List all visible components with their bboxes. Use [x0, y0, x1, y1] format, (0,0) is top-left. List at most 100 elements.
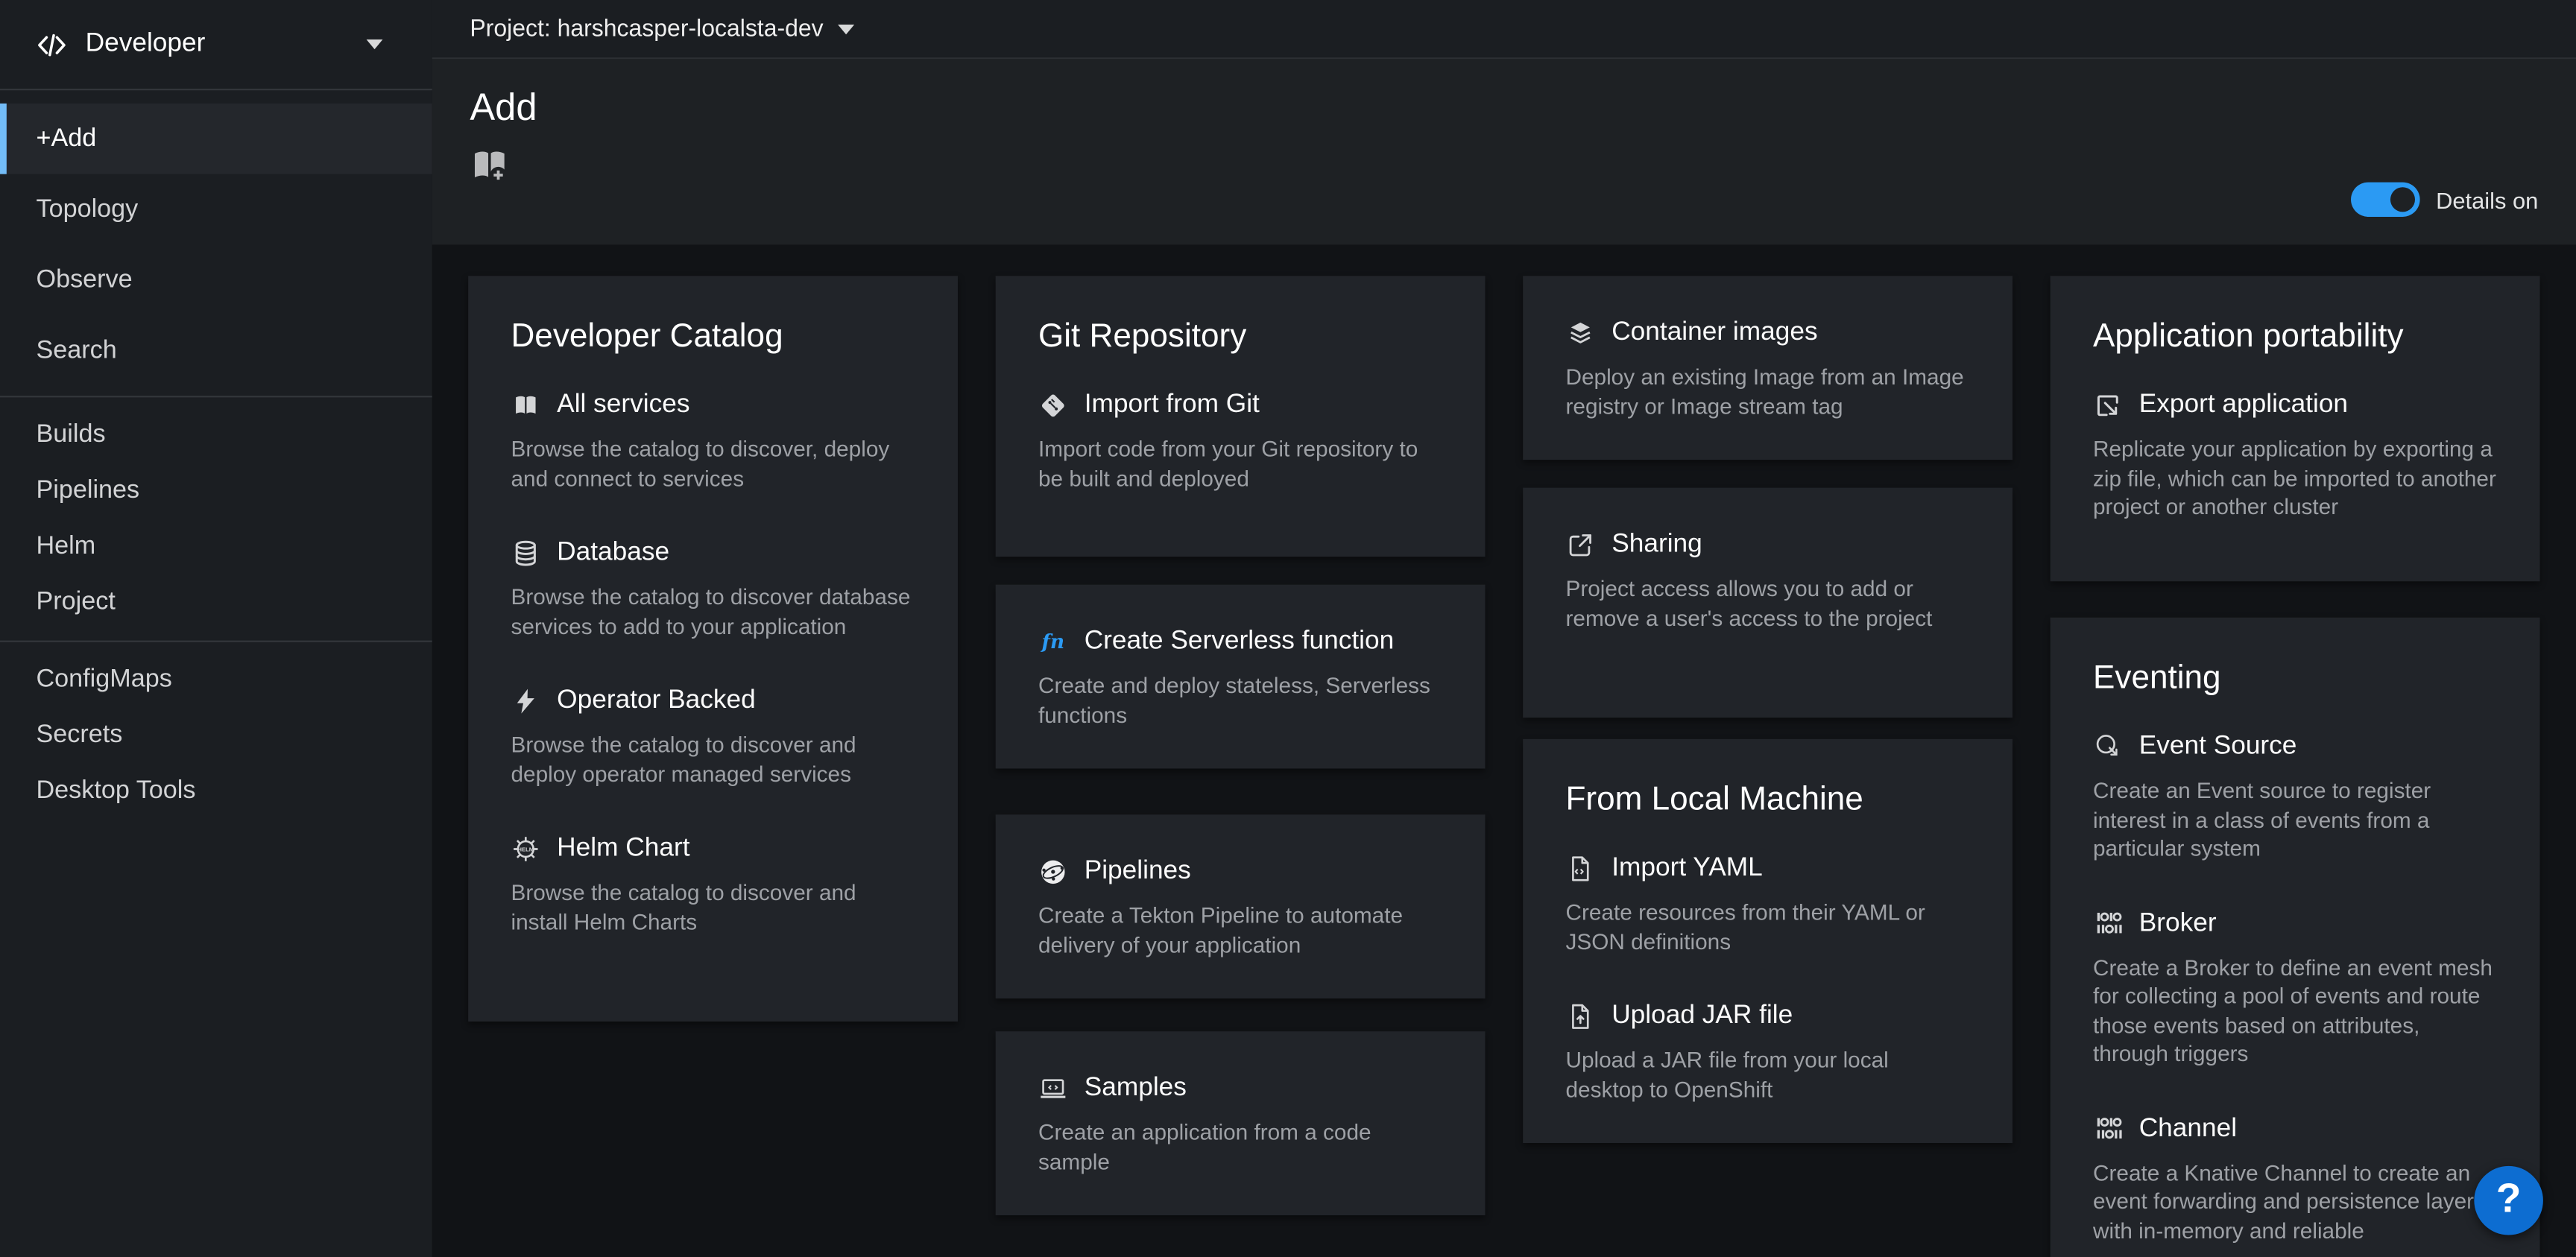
- add-action-create-serverless-function[interactable]: fnCreate Serverless functionCreate and d…: [1038, 624, 1442, 729]
- card-application-portability[interactable]: Application portabilityExport applicatio…: [2051, 276, 2540, 581]
- add-action-label[interactable]: Helm Chart: [557, 831, 689, 865]
- sidebar-item-search[interactable]: Search: [0, 315, 432, 386]
- card-column: Application portabilityExport applicatio…: [2051, 276, 2540, 1257]
- perspective-label: Developer: [86, 30, 349, 60]
- add-action-label[interactable]: Export application: [2139, 387, 2348, 422]
- card-column: Git RepositoryImport from GitImport code…: [996, 276, 1486, 1257]
- add-action-broker[interactable]: BrokerCreate a Broker to define an event…: [2093, 906, 2497, 1068]
- sidebar-item-helm[interactable]: Helm: [0, 519, 432, 574]
- add-action-description: Create a Tekton Pipeline to automate del…: [1038, 902, 1442, 959]
- add-action-header[interactable]: Broker: [2093, 906, 2497, 940]
- card-samples[interactable]: SamplesCreate an application from a code…: [996, 1031, 1486, 1215]
- add-action-container-images[interactable]: Container imagesDeploy an existing Image…: [1565, 315, 1969, 420]
- add-action-helm-chart[interactable]: HELMHelm Chart Browse the catalog to disc…: [511, 831, 915, 936]
- add-action-description: Import code from your Git repository to …: [1038, 435, 1442, 493]
- help-button[interactable]: ?: [2474, 1165, 2543, 1235]
- add-action-header[interactable]: HELMHelm Chart: [511, 831, 915, 865]
- card-from-local-machine[interactable]: From Local MachineImport YAMLCreate reso…: [1523, 739, 2012, 1143]
- add-action-description: Browse the catalog to discover and deplo…: [511, 731, 915, 788]
- add-action-label[interactable]: Import YAML: [1611, 851, 1763, 885]
- nav-group: ConfigMapsSecretsDesktop Tools: [0, 652, 432, 820]
- sidebar-item-builds[interactable]: Builds: [0, 408, 432, 463]
- svg-text:fn: fn: [1041, 630, 1065, 653]
- add-action-label[interactable]: Upload JAR file: [1611, 998, 1793, 1033]
- add-action-label[interactable]: Event Source: [2139, 729, 2297, 764]
- open-book-icon: [511, 390, 540, 419]
- card-git-repository[interactable]: Git RepositoryImport from GitImport code…: [996, 276, 1486, 557]
- card-container-images[interactable]: Container imagesDeploy an existing Image…: [1523, 276, 2012, 460]
- sidebar-item-topology[interactable]: Topology: [0, 174, 432, 245]
- add-action-import-from-git[interactable]: Import from Git Import code from your Git…: [1038, 387, 1442, 493]
- add-action-label[interactable]: Operator Backed: [557, 683, 756, 718]
- add-action-header[interactable]: Container images: [1565, 315, 1969, 349]
- add-action-label[interactable]: Database: [557, 536, 669, 570]
- add-action-label[interactable]: Channel: [2139, 1111, 2237, 1145]
- page-header: Add Details on: [432, 59, 2576, 244]
- add-action-database[interactable]: Database Browse the catalog to discover d…: [511, 536, 915, 641]
- layers-icon: [1565, 317, 1595, 347]
- add-action-description: Create an Event source to register inter…: [2093, 777, 2497, 864]
- card-developer-catalog[interactable]: Developer CatalogAll servicesBrowse the …: [468, 276, 958, 1022]
- perspective-switcher[interactable]: Developer: [0, 0, 432, 90]
- card-sharing[interactable]: Sharing Project access allows you to add …: [1523, 488, 2012, 718]
- add-action-label[interactable]: Import from Git: [1085, 387, 1260, 422]
- tekton-icon: [1038, 856, 1068, 886]
- add-action-label[interactable]: Container images: [1611, 315, 1817, 349]
- code-icon: [36, 29, 67, 60]
- export-icon: [2093, 390, 2123, 419]
- sidebar-item-configmaps[interactable]: ConfigMaps: [0, 652, 432, 708]
- samples-icon: [1038, 1073, 1068, 1103]
- book-plus-icon: [470, 146, 509, 186]
- card-pipelines[interactable]: Pipelines Create a Tekton Pipeline to aut…: [996, 814, 1486, 998]
- sidebar-item-desktop-tools[interactable]: Desktop Tools: [0, 764, 432, 820]
- add-action-description: Replicate your application by exporting …: [2093, 435, 2497, 522]
- chevron-down-icon: [367, 39, 383, 49]
- add-action-label[interactable]: Pipelines: [1085, 854, 1191, 888]
- add-action-header[interactable]: Channel: [2093, 1111, 2497, 1145]
- add-action-header[interactable]: Pipelines: [1038, 854, 1442, 888]
- add-action-all-services[interactable]: All servicesBrowse the catalog to discov…: [511, 387, 915, 493]
- add-action-header[interactable]: Samples: [1038, 1071, 1442, 1105]
- add-action-label[interactable]: Sharing: [1611, 528, 1702, 562]
- add-action-header[interactable]: Import from Git: [1038, 387, 1442, 422]
- card-eventing[interactable]: EventingEvent SourceCreate an Event sour…: [2051, 618, 2540, 1257]
- add-action-pipelines[interactable]: Pipelines Create a Tekton Pipeline to aut…: [1038, 854, 1442, 959]
- add-action-event-source[interactable]: Event Source Create an Event source to re…: [2093, 729, 2497, 864]
- card-column: Developer CatalogAll servicesBrowse the …: [468, 276, 958, 1257]
- add-action-description: Project access allows you to add or remo…: [1565, 574, 1969, 632]
- add-action-upload-jar-file[interactable]: Upload JAR fileUpload a JAR file from yo…: [1565, 998, 1969, 1104]
- add-action-import-yaml[interactable]: Import YAMLCreate resources from their Y…: [1565, 851, 1969, 956]
- add-action-export-application[interactable]: Export application Replicate your applica…: [2093, 387, 2497, 522]
- add-action-samples[interactable]: SamplesCreate an application from a code…: [1038, 1071, 1442, 1176]
- add-action-label[interactable]: Samples: [1085, 1071, 1187, 1105]
- card-create-serverless-function[interactable]: fnCreate Serverless functionCreate and d…: [996, 585, 1486, 769]
- project-dropdown[interactable]: Project: harshcasper-localsta-dev: [432, 0, 2576, 59]
- add-action-header[interactable]: Operator Backed: [511, 683, 915, 718]
- add-action-header[interactable]: Database: [511, 536, 915, 570]
- add-action-label[interactable]: All services: [557, 387, 689, 422]
- sidebar-item-secrets[interactable]: Secrets: [0, 708, 432, 764]
- add-action-header[interactable]: Upload JAR file: [1565, 998, 1969, 1033]
- add-action-description: Browse the catalog to discover database …: [511, 583, 915, 640]
- add-action-label[interactable]: Create Serverless function: [1085, 624, 1395, 659]
- add-action-header[interactable]: All services: [511, 387, 915, 422]
- add-action-operator-backed[interactable]: Operator Backed Browse the catalog to dis…: [511, 683, 915, 788]
- app-window: Developer +AddTopologyObserveSearch Build…: [0, 0, 2576, 1257]
- add-action-header[interactable]: Import YAML: [1565, 851, 1969, 885]
- sidebar-item-add[interactable]: +Add: [0, 104, 432, 174]
- add-action-label[interactable]: Broker: [2139, 906, 2217, 940]
- add-action-header[interactable]: Export application: [2093, 387, 2497, 422]
- details-toggle[interactable]: [2350, 183, 2419, 217]
- binary-icon: [2093, 908, 2123, 938]
- add-action-description: Browse the catalog to discover and insta…: [511, 878, 915, 936]
- sidebar-item-observe[interactable]: Observe: [0, 244, 432, 315]
- add-action-channel[interactable]: ChannelCreate a Knative Channel to creat…: [2093, 1111, 2497, 1245]
- sidebar-item-pipelines[interactable]: Pipelines: [0, 463, 432, 519]
- add-action-header[interactable]: fn Create Serverless function: [1038, 624, 1442, 659]
- sidebar: Developer +AddTopologyObserveSearch Build…: [0, 0, 432, 1257]
- question-icon: ?: [2496, 1176, 2522, 1223]
- add-action-sharing[interactable]: Sharing Project access allows you to add …: [1565, 528, 1969, 633]
- add-action-header[interactable]: Event Source: [2093, 729, 2497, 764]
- add-action-header[interactable]: Sharing: [1565, 528, 1969, 562]
- sidebar-item-project[interactable]: Project: [0, 574, 432, 630]
